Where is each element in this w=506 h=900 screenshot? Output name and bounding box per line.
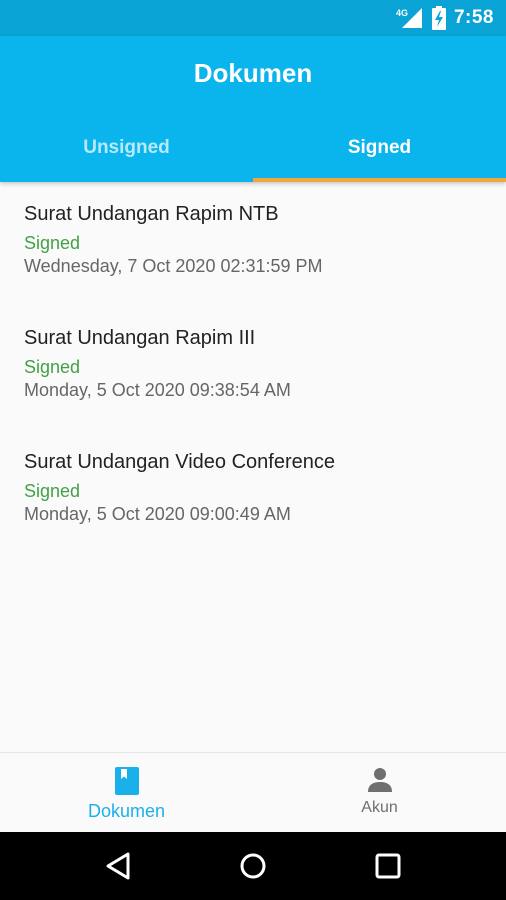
- app-bar: Dokumen Unsigned Signed: [0, 36, 506, 182]
- nav-label-dokumen: Dokumen: [87, 801, 166, 821]
- nav-item-akun[interactable]: Akun: [253, 753, 506, 832]
- document-item[interactable]: Surat Undangan Video Conference Signed M…: [0, 430, 506, 554]
- status-bar: 4G 7:58: [0, 0, 506, 36]
- person-icon: [367, 768, 392, 792]
- document-item[interactable]: Surat Undangan Rapim NTB Signed Wednesda…: [0, 182, 506, 306]
- document-date: Monday, 5 Oct 2020 09:00:49 AM: [24, 504, 291, 524]
- nav-item-dokumen[interactable]: Dokumen: [0, 753, 253, 832]
- nav-label-akun: Akun: [361, 799, 398, 816]
- recents-square-icon: [375, 853, 401, 879]
- home-circle-icon: [240, 853, 266, 879]
- document-title: Surat Undangan Video Conference: [24, 451, 335, 473]
- back-button[interactable]: [83, 836, 153, 896]
- home-button[interactable]: [218, 836, 288, 896]
- system-navigation-bar: [0, 832, 506, 900]
- book-icon: [114, 767, 139, 795]
- page-title: Dokumen: [193, 58, 313, 88]
- document-date: Wednesday, 7 Oct 2020 02:31:59 PM: [24, 256, 323, 276]
- signal-4g-icon: 4G: [396, 8, 422, 28]
- tab-bar: Unsigned Signed: [0, 128, 506, 182]
- document-status: Signed: [24, 233, 81, 253]
- document-item[interactable]: Surat Undangan Rapim III Signed Monday, …: [0, 306, 506, 430]
- bottom-navigation: Dokumen Akun: [0, 752, 506, 832]
- document-title: Surat Undangan Rapim III: [24, 327, 256, 349]
- network-label: 4G: [396, 8, 408, 18]
- battery-charging-icon: [431, 6, 446, 30]
- back-triangle-icon: [106, 852, 130, 880]
- tab-unsigned[interactable]: Unsigned: [0, 128, 253, 182]
- tab-signed[interactable]: Signed: [253, 128, 506, 182]
- document-date: Monday, 5 Oct 2020 09:38:54 AM: [24, 380, 291, 400]
- document-status: Signed: [24, 481, 81, 501]
- document-title: Surat Undangan Rapim NTB: [24, 203, 279, 225]
- recents-button[interactable]: [353, 836, 423, 896]
- document-status: Signed: [24, 357, 81, 377]
- document-list: Surat Undangan Rapim NTB Signed Wednesda…: [0, 182, 506, 554]
- status-time: 7:58: [453, 7, 494, 28]
